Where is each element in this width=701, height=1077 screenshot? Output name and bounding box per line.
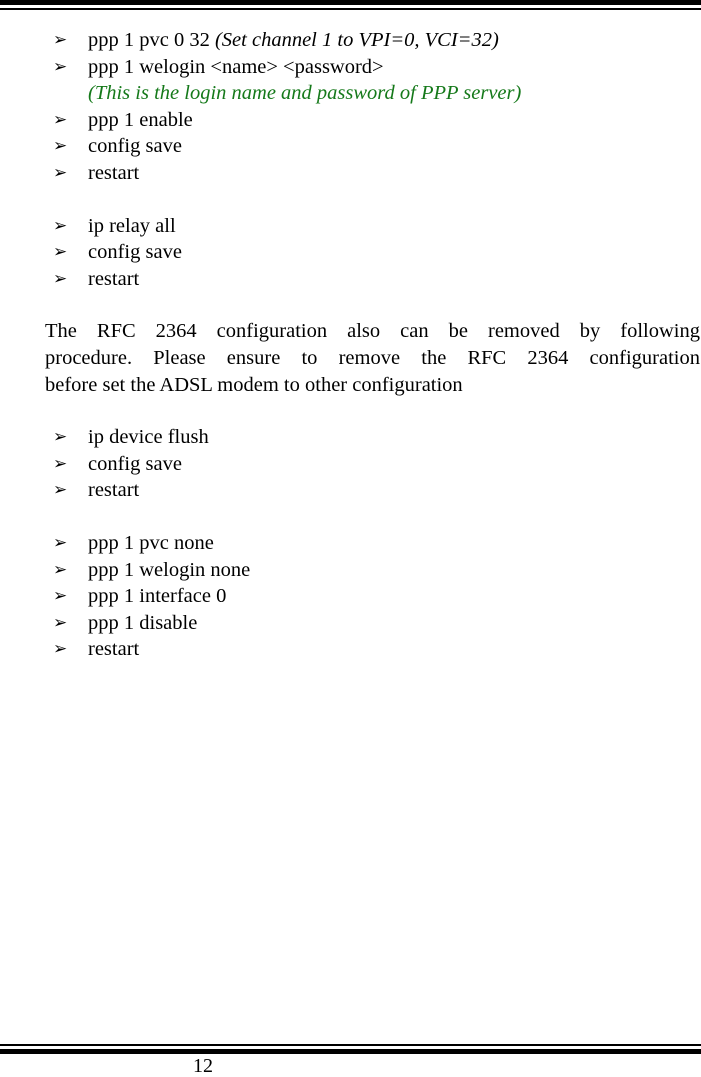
green-annotation-note: (This is the login name and password of … <box>88 82 522 105</box>
command-text: ip device flush <box>88 426 209 449</box>
paragraph-line: The RFC 2364 configuration also can be r… <box>45 320 700 343</box>
arrow-bullet-icon: ➢ <box>53 215 68 236</box>
arrow-bullet-icon: ➢ <box>53 242 68 263</box>
command-text: ppp 1 welogin none <box>88 558 251 581</box>
list-item: ➢ ppp 1 welogin none <box>0 557 701 584</box>
list-item: ➢ config save <box>0 451 701 478</box>
arrow-bullet-icon: ➢ <box>53 268 68 289</box>
list-item: ➢ restart <box>0 160 701 187</box>
command-list-ip-device-flush: ➢ ip device flush ➢ config save ➢ restart <box>0 424 701 504</box>
arrow-bullet-icon: ➢ <box>53 30 68 50</box>
command-text: ppp 1 pvc none <box>88 531 214 554</box>
page-footer-rules <box>0 1044 701 1054</box>
arrow-bullet-icon: ➢ <box>53 453 68 474</box>
list-item: ➢ ppp 1 welogin <name> <password> <box>0 54 701 81</box>
arrow-bullet-icon: ➢ <box>53 612 68 633</box>
command-text: ppp 1 enable <box>88 108 193 131</box>
list-item: ➢ config save <box>0 239 701 266</box>
footer-rule-thick <box>0 1049 701 1054</box>
body-paragraph: The RFC 2364 configuration also can be r… <box>0 318 701 398</box>
list-item: ➢ restart <box>0 636 701 663</box>
arrow-bullet-icon: ➢ <box>53 480 68 501</box>
command-text: config save <box>88 135 182 158</box>
command-text: ppp 1 pvc 0 32 <box>88 29 210 51</box>
list-item: ➢ ppp 1 interface 0 <box>0 583 701 610</box>
arrow-bullet-icon: ➢ <box>53 586 68 607</box>
command-text: restart <box>88 638 140 661</box>
arrow-bullet-icon: ➢ <box>53 639 68 660</box>
command-text: ppp 1 disable <box>88 611 198 634</box>
arrow-bullet-icon: ➢ <box>53 162 68 183</box>
command-list-pppoa-setup: ➢ ppp 1 pvc 0 32 (Set channel 1 to VPI=0,… <box>0 27 701 80</box>
command-list-ip-relay: ➢ ip relay all ➢ config save ➢ restart <box>0 213 701 293</box>
command-list-ppp-teardown: ➢ ppp 1 pvc none ➢ ppp 1 welogin none ➢ ppp… <box>0 530 701 663</box>
command-text: ppp 1 welogin <name> <password> <box>88 55 384 78</box>
command-text: restart <box>88 267 140 290</box>
list-item: ➢ config save <box>0 133 701 160</box>
arrow-bullet-icon: ➢ <box>53 427 68 448</box>
page-content: ➢ ppp 1 pvc 0 32 (Set channel 1 to VPI=0,… <box>0 27 701 663</box>
header-rule-thin <box>0 8 701 10</box>
command-note: (Set channel 1 to VPI=0, VCI=32) <box>214 29 499 51</box>
command-list-pppoa-setup-cont: ➢ ppp 1 enable ➢ config save ➢ restart <box>0 107 701 187</box>
paragraph-line: procedure. Please ensure to remove the R… <box>45 346 700 369</box>
command-text: config save <box>88 452 182 475</box>
list-item: ➢ ip device flush <box>0 424 701 451</box>
list-item: ➢ restart <box>0 477 701 504</box>
list-item: ➢ ip relay all <box>0 213 701 240</box>
list-item: ➢ ppp 1 disable <box>0 610 701 637</box>
command-text: restart <box>88 479 140 502</box>
list-item: ➢ restart <box>0 266 701 293</box>
command-text: ip relay all <box>88 214 176 237</box>
command-text: ppp 1 interface 0 <box>88 585 227 608</box>
list-item: ➢ ppp 1 pvc 0 32 (Set channel 1 to VPI=0,… <box>0 27 701 54</box>
command-text: config save <box>88 241 182 264</box>
paragraph-line: before set the ADSL modem to other confi… <box>45 373 463 396</box>
page-number: 12 <box>193 1055 213 1077</box>
arrow-bullet-icon: ➢ <box>53 136 68 157</box>
command-text: restart <box>88 161 140 184</box>
arrow-bullet-icon: ➢ <box>53 532 68 553</box>
arrow-bullet-icon: ➢ <box>53 109 68 130</box>
arrow-bullet-icon: ➢ <box>53 559 68 580</box>
page-header-rules <box>0 0 701 10</box>
list-item: ➢ ppp 1 pvc none <box>0 530 701 557</box>
list-item: ➢ ppp 1 enable <box>0 107 701 134</box>
arrow-bullet-icon: ➢ <box>53 56 68 77</box>
